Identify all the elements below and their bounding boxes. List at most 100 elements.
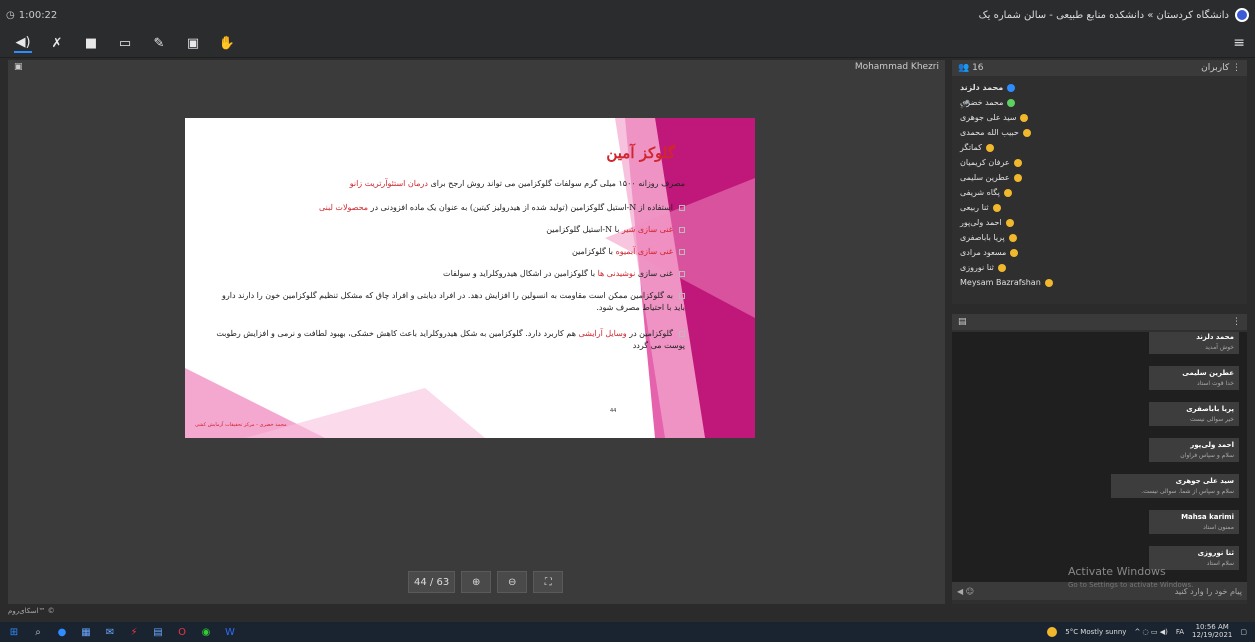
session-timer: ◷ 1:00:22 bbox=[6, 10, 57, 21]
presentation-icon[interactable]: ▣ bbox=[184, 35, 202, 53]
store-icon[interactable]: ▦ bbox=[80, 626, 92, 638]
weather-text[interactable]: 5°C Mostly sunny bbox=[1065, 628, 1126, 636]
word-icon[interactable]: W bbox=[224, 626, 236, 638]
user-name: عرفان کریمیان bbox=[960, 158, 1010, 167]
user-icon bbox=[1007, 98, 1016, 107]
explorer-icon[interactable]: ▤ bbox=[152, 626, 164, 638]
chat-message-text: خیر سوالی نیست bbox=[1190, 416, 1234, 423]
top-bar: ◷ 1:00:22 دانشگاه کردستان » دانشکده مناب… bbox=[0, 0, 1255, 30]
presenter-name: Mohammad Khezri bbox=[854, 62, 939, 72]
hand-icon[interactable]: ✋ bbox=[218, 35, 236, 53]
user-item[interactable]: عرفان کریمیان bbox=[960, 155, 1239, 170]
user-icon bbox=[1010, 248, 1019, 257]
chat-message-text: سلام استاد bbox=[1206, 560, 1234, 567]
weather-icon bbox=[1047, 627, 1058, 637]
toolbar: ◀) ✗ ■ ▭ ✎ ▣ ✋ bbox=[0, 30, 1255, 58]
user-name: ثنا ربیعی bbox=[960, 203, 989, 212]
windows-start-icon[interactable]: ⊞ bbox=[8, 626, 20, 638]
user-item[interactable]: سید علی جوهری bbox=[960, 110, 1239, 125]
slide-bullet: مصرف روزانه ۱۵۰۰ میلی گرم سولفات گلوکزام… bbox=[349, 179, 685, 188]
notification-icon[interactable]: ▢ bbox=[1240, 628, 1247, 636]
menu-icon[interactable]: ≡ bbox=[1233, 35, 1245, 51]
pdf-icon[interactable]: ⚡ bbox=[128, 626, 140, 638]
chat-menu-icon[interactable]: ⋮ bbox=[1232, 317, 1241, 327]
user-icon bbox=[1003, 188, 1012, 197]
chat-message: سید علی جوهری سلام و سپاس از شما. سوالی ن… bbox=[1111, 474, 1239, 498]
user-item[interactable]: احمد ولی‌پور bbox=[960, 215, 1239, 230]
slide-bullet: غنی سازی نوشیدنی ها با گلوکزامین در اشکا… bbox=[205, 268, 685, 280]
slide-page-number: 44 bbox=[610, 408, 617, 414]
chat-message-author: سید علی جوهری bbox=[1175, 477, 1234, 485]
chrome-icon[interactable]: ◉ bbox=[200, 626, 212, 638]
screen-share-icon[interactable]: ▭ bbox=[116, 35, 134, 53]
user-name: پریا باباصفری bbox=[960, 233, 1005, 242]
tray-icons[interactable]: ^ ◌ ▭ ◀) bbox=[1134, 628, 1167, 636]
mic-icon: 🎤 bbox=[960, 100, 970, 109]
speaker-icon[interactable]: ◀) bbox=[14, 35, 32, 53]
user-icon bbox=[1008, 233, 1017, 242]
user-item[interactable]: Meysam Bazrafshan bbox=[960, 275, 1239, 290]
user-item[interactable]: محمد خضری bbox=[960, 95, 1239, 110]
page-counter: 44 / 63 bbox=[408, 571, 456, 593]
chat-message-author: ثنا نوروزی bbox=[1197, 549, 1234, 557]
clock[interactable]: 10:56 AM 12/19/2021 bbox=[1192, 624, 1232, 639]
mail-icon[interactable]: ✉ bbox=[104, 626, 116, 638]
chat-message-text: سلام و سپاس از شما. سوالی نیست. bbox=[1141, 488, 1234, 495]
user-icon bbox=[1013, 158, 1022, 167]
chat-message-text: خوش آمدید bbox=[1205, 344, 1234, 351]
users-header: 👥 16 کاربران ⋮ bbox=[952, 60, 1247, 76]
mic-muted-icon[interactable]: ✗ bbox=[48, 35, 66, 53]
activate-windows-subtext: Go to Settings to activate Windows. bbox=[1068, 581, 1194, 589]
user-name: عطرین سلیمی bbox=[960, 173, 1010, 182]
zoom-out-icon[interactable]: ⊖ bbox=[497, 571, 528, 593]
chat-panel: ▤ ⋮ محمد دلزند خوش آمدید عطرین سلیمی خدا قو… bbox=[952, 314, 1247, 604]
slide-bullet: گلوکزامین در وسایل آرایشی هم کاربرد دارد… bbox=[216, 329, 685, 350]
user-name: احمد ولی‌پور bbox=[960, 218, 1002, 227]
camera-icon[interactable]: ■ bbox=[82, 35, 100, 53]
users-panel: 👥 16 کاربران ⋮ 🎤 محمد دلزند محمد خضری سید … bbox=[952, 60, 1247, 304]
user-icon bbox=[985, 143, 994, 152]
search-icon[interactable]: ⌕ bbox=[32, 626, 44, 638]
user-icon bbox=[997, 263, 1006, 272]
user-item[interactable]: محمد دلزند bbox=[960, 80, 1239, 95]
users-title: کاربران ⋮ bbox=[1201, 63, 1241, 73]
fullscreen-icon[interactable]: ⛶ bbox=[533, 571, 564, 593]
chat-message-author: عطرین سلیمی bbox=[1182, 369, 1234, 377]
pen-icon[interactable]: ✎ bbox=[150, 35, 168, 53]
activate-windows-watermark: Activate Windows bbox=[1068, 565, 1166, 578]
user-item[interactable]: کماتگر bbox=[960, 140, 1239, 155]
clock-date: 12/19/2021 bbox=[1192, 631, 1233, 639]
user-icon bbox=[992, 203, 1001, 212]
chat-message-author: پریا باباصفری bbox=[1186, 405, 1234, 413]
slide-bullet: غنی سازی شیر با N-استیل گلوکزامین bbox=[205, 224, 685, 236]
chat-message-text: خدا قوت استاد bbox=[1197, 380, 1234, 387]
opera-icon[interactable]: O bbox=[176, 626, 188, 638]
send-icon[interactable]: ◀ ☺ bbox=[957, 587, 974, 596]
user-item[interactable]: ثنا ربیعی bbox=[960, 200, 1239, 215]
user-item[interactable]: پریا باباصفری bbox=[960, 230, 1239, 245]
user-item[interactable]: حبیب الله محمدی bbox=[960, 125, 1239, 140]
slide-bullet: استفاده از N-استیل گلوکزامین (تولید شده … bbox=[205, 202, 685, 214]
edge-icon[interactable]: ● bbox=[56, 626, 68, 638]
chat-icon: ▤ bbox=[958, 317, 967, 327]
slide-footer: محمد خضری - مرکز تحقیقات آزمایش کشی bbox=[195, 422, 287, 428]
language-indicator[interactable]: FA bbox=[1176, 628, 1184, 636]
minimize-icon[interactable]: ▣ bbox=[14, 62, 23, 72]
chat-header: ▤ ⋮ bbox=[952, 314, 1247, 330]
chat-message: Mahsa karimi ممنون استاد bbox=[1149, 510, 1239, 534]
user-item[interactable]: عطرین سلیمی bbox=[960, 170, 1239, 185]
slide-bullet: غنی سازی آبمیوه با گلوکزامین bbox=[205, 246, 685, 258]
user-name: کماتگر bbox=[960, 143, 982, 152]
chat-message: محمد دلزند خوش آمدید bbox=[1149, 332, 1239, 354]
slide-title: گلوکز آمین bbox=[606, 144, 675, 162]
chat-message: پریا باباصفری خیر سوالی نیست bbox=[1149, 402, 1239, 426]
zoom-in-icon[interactable]: ⊕ bbox=[461, 571, 492, 593]
user-item[interactable]: پگاه شریفی bbox=[960, 185, 1239, 200]
chat-message-author: Mahsa karimi bbox=[1181, 513, 1234, 521]
chat-message: احمد ولی‌پور سلام و سپاس فراوان bbox=[1149, 438, 1239, 462]
slide-bullet: به گلوکزامین ممکن است مقاومت به انسولین … bbox=[222, 291, 685, 312]
user-icon bbox=[1022, 128, 1031, 137]
user-item[interactable]: ثنا نوروزی bbox=[960, 260, 1239, 275]
user-item[interactable]: مسعود مرادی bbox=[960, 245, 1239, 260]
chat-message-text: سلام و سپاس فراوان bbox=[1180, 452, 1234, 459]
